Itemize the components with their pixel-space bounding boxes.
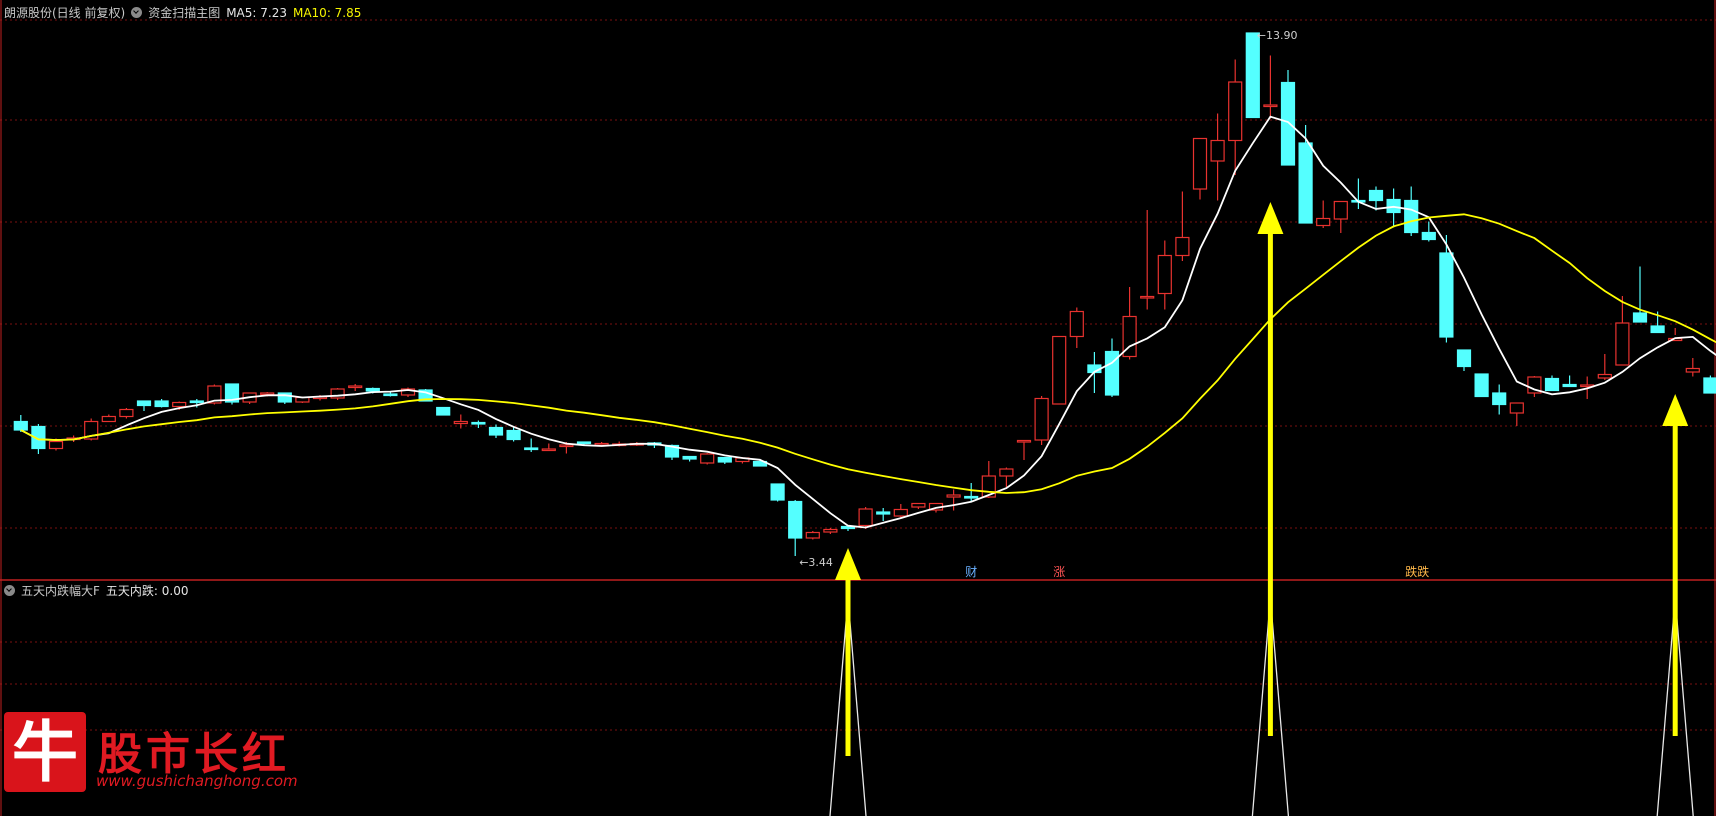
candle-body bbox=[172, 401, 187, 408]
logo-bull-icon: 牛 bbox=[4, 712, 86, 792]
candle-body bbox=[1228, 81, 1243, 142]
candle-body bbox=[964, 495, 979, 499]
signal-label-diedie: 跌跌 bbox=[1405, 564, 1429, 579]
candle-body bbox=[1034, 397, 1049, 441]
candle-body bbox=[136, 400, 152, 407]
candle-body bbox=[946, 494, 961, 498]
candle-body bbox=[13, 420, 28, 431]
indicator-name: 资金扫描主图 bbox=[148, 6, 221, 20]
candle-body bbox=[471, 421, 486, 425]
candle-body bbox=[1456, 349, 1472, 368]
high-price-label: ←13.90 bbox=[1257, 29, 1298, 42]
candle-body bbox=[1474, 373, 1489, 398]
candle-body bbox=[119, 408, 134, 418]
candle-body bbox=[1263, 104, 1278, 108]
candle-body bbox=[260, 392, 275, 396]
candle-body bbox=[1439, 252, 1454, 338]
candle-body bbox=[770, 483, 785, 501]
candle-body bbox=[1140, 295, 1155, 299]
candle-body bbox=[1703, 377, 1716, 394]
candle-body bbox=[876, 511, 891, 515]
collapse-icon[interactable] bbox=[4, 585, 15, 596]
sub-indicator-name: 五天内跌幅大F bbox=[21, 584, 100, 598]
candle-body bbox=[1052, 335, 1067, 405]
watermark-logo: 牛 股市长红 www.gushichanghong.com bbox=[4, 712, 304, 792]
candle-body bbox=[348, 385, 363, 389]
candle-body bbox=[893, 508, 908, 517]
candle-body bbox=[1016, 439, 1032, 443]
candle-body bbox=[700, 453, 715, 464]
sub-header: 五天内跌幅大F 五天内跌: 0.00 bbox=[4, 582, 194, 599]
candle-body bbox=[365, 387, 380, 392]
candle-body bbox=[1280, 81, 1296, 166]
logo-url: www.gushichanghong.com bbox=[96, 772, 298, 790]
candle-body bbox=[999, 468, 1014, 477]
yellow-arrow-icon bbox=[835, 548, 861, 580]
signal-label-zhang: 涨 bbox=[1053, 564, 1065, 579]
candle-body bbox=[1597, 373, 1612, 379]
candle-body bbox=[1492, 392, 1507, 406]
stock-title: 朗源股份(日线 前复权) bbox=[4, 6, 126, 20]
candle-body bbox=[1298, 142, 1313, 224]
ma5-readout: MA5: 7.23 bbox=[226, 6, 287, 20]
candle-body bbox=[453, 420, 468, 425]
candle-body bbox=[1316, 217, 1331, 227]
candle-body bbox=[189, 400, 204, 404]
candle-body bbox=[911, 502, 926, 508]
candle-body bbox=[506, 429, 521, 441]
candle-body bbox=[1650, 325, 1665, 334]
candle-body bbox=[524, 447, 539, 451]
candle-body bbox=[48, 440, 64, 450]
signal-label-cai: 财 bbox=[965, 565, 977, 579]
candle-body bbox=[541, 448, 556, 452]
candle-body bbox=[101, 415, 116, 423]
candle-body bbox=[805, 531, 820, 539]
candle-body bbox=[1562, 383, 1577, 388]
candle-body bbox=[823, 528, 838, 533]
ma10-readout: MA10: 7.85 bbox=[292, 6, 362, 20]
candle-body bbox=[1615, 322, 1630, 366]
ma5-line bbox=[20, 115, 1716, 529]
candle-body bbox=[858, 508, 873, 527]
candle-body bbox=[682, 455, 697, 460]
candle-body bbox=[1192, 137, 1208, 190]
candle-body bbox=[1404, 199, 1419, 234]
yellow-arrow-icon bbox=[1662, 394, 1689, 426]
candle-body bbox=[1245, 32, 1260, 119]
candle-body bbox=[1632, 312, 1648, 323]
candle-body bbox=[1175, 236, 1190, 257]
stock-chart: ←13.90 ←3.44 财 涨 跌跌 bbox=[0, 0, 1716, 816]
candle-body bbox=[436, 406, 451, 416]
candle-body bbox=[154, 400, 169, 408]
candle-body bbox=[717, 456, 732, 463]
candle-body bbox=[594, 442, 609, 446]
candle-body bbox=[1685, 367, 1700, 373]
candle-body bbox=[1544, 377, 1560, 392]
main-header: 朗源股份(日线 前复权) 资金扫描主图 MA5: 7.23 MA10: 7.85 bbox=[4, 4, 367, 21]
candle-body bbox=[1368, 189, 1384, 202]
candle-body bbox=[1421, 231, 1436, 241]
candle-body bbox=[488, 426, 504, 436]
candle-body bbox=[1210, 139, 1225, 162]
yellow-arrow-icon bbox=[1257, 202, 1284, 234]
candle-body bbox=[1157, 254, 1172, 295]
sub-value-readout: 五天内跌: 0.00 bbox=[105, 584, 189, 598]
candle-body bbox=[788, 500, 803, 539]
candle-body bbox=[559, 444, 574, 448]
candle-body bbox=[1509, 402, 1524, 414]
candle-body bbox=[1069, 310, 1084, 338]
candle-body bbox=[383, 393, 398, 397]
low-price-label: ←3.44 bbox=[799, 556, 833, 569]
candle-body bbox=[1333, 200, 1348, 220]
candle-body bbox=[576, 441, 592, 445]
collapse-icon[interactable] bbox=[131, 7, 143, 18]
